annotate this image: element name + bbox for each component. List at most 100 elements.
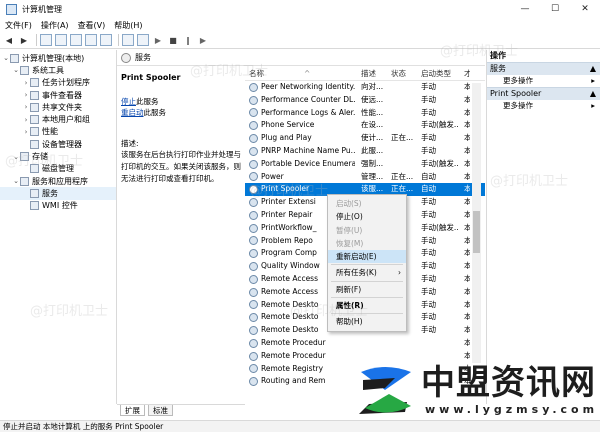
context-menu-item[interactable]: 帮助(H) — [328, 315, 406, 328]
detail-description-label: 描述: — [121, 139, 139, 148]
tree-node[interactable]: WMI 控件 — [0, 200, 116, 212]
service-startup-type: 手动 — [421, 107, 436, 117]
back-icon[interactable]: ◀ — [3, 34, 15, 46]
restart-service-link[interactable]: 重启动此服务 — [121, 107, 241, 118]
menu-file[interactable]: 文件(F) — [5, 20, 32, 31]
context-menu-item[interactable]: 刷新(F) — [328, 283, 406, 296]
gear-icon — [249, 313, 258, 323]
stop-service-link[interactable]: 停止此服务 — [121, 96, 241, 107]
action-group-header[interactable]: Print Spooler ▲ — [487, 87, 600, 100]
column-name[interactable]: 名称 ^ — [245, 67, 355, 80]
table-row[interactable]: Phone Service 在设... 手动(触发... 本 — [245, 119, 485, 132]
menu-view[interactable]: 查看(V) — [78, 20, 106, 31]
expand-icon[interactable]: ⌄ — [12, 177, 20, 185]
tab-extended[interactable]: 扩展 — [120, 405, 145, 416]
context-menu-item[interactable]: 属性(R) — [328, 299, 406, 312]
column-startup-type[interactable]: 启动类型 — [415, 67, 458, 80]
column-status[interactable]: 状态 — [385, 67, 415, 80]
gear-icon — [249, 223, 258, 233]
scrollbar-thumb[interactable] — [473, 211, 480, 253]
service-name: Remote Deskto — [261, 325, 319, 335]
close-button[interactable]: ✕ — [570, 0, 600, 19]
expand-icon[interactable]: › — [22, 79, 30, 87]
help-icon[interactable] — [122, 34, 134, 46]
action-more-actions[interactable]: 更多操作 ▸ — [487, 75, 600, 88]
expand-icon[interactable]: ⌄ — [12, 153, 20, 161]
tree-node[interactable]: ⌄ 系统工具 — [0, 64, 116, 76]
action-group-header[interactable]: 服务 ▲ — [487, 62, 600, 75]
tree-node[interactable]: › 事件查看器 — [0, 89, 116, 101]
service-startup-type: 手动(触发... — [421, 222, 458, 232]
table-row[interactable]: Plug and Play 使计... 正在... 手动 本 — [245, 132, 485, 145]
column-logon[interactable]: 才 — [458, 67, 470, 80]
service-logon: 本 — [464, 184, 470, 194]
pause-service-icon[interactable]: ‖ — [182, 34, 194, 46]
expand-icon[interactable]: › — [22, 103, 30, 111]
context-menu-item[interactable]: 所有任务(K) › — [328, 266, 406, 279]
forward-icon[interactable]: ▶ — [18, 34, 30, 46]
detail-service-name: Print Spooler — [121, 73, 181, 82]
tree-node[interactable]: › 本地用户和组 — [0, 113, 116, 125]
console-icon[interactable] — [137, 34, 149, 46]
service-logon: 本 — [464, 107, 470, 117]
stop-service-icon[interactable]: ■ — [167, 34, 179, 46]
window-controls: — ☐ ✕ — [510, 0, 600, 19]
expand-icon[interactable]: ⌄ — [2, 54, 10, 62]
tree-node-label: 服务 — [42, 188, 58, 198]
tree-node[interactable]: ⌄ 存储 — [0, 150, 116, 162]
expand-icon[interactable]: › — [22, 116, 30, 124]
tree-node[interactable]: › 共享文件夹 — [0, 101, 116, 113]
service-startup-type: 手动 — [421, 273, 436, 283]
column-description[interactable]: 描述 — [355, 67, 385, 80]
tree-node[interactable]: › 任务计划程序 — [0, 77, 116, 89]
context-menu-item[interactable]: 启动(S) — [328, 197, 406, 210]
tree-node[interactable]: ⌄ 服务和应用程序 — [0, 175, 116, 187]
gear-icon — [249, 236, 258, 246]
context-menu-item[interactable]: 恢复(M) — [328, 237, 406, 250]
service-startup-type: 手动 — [421, 248, 436, 258]
table-row[interactable]: PNRP Machine Name Pu... 此服... 手动 本 — [245, 145, 485, 158]
console-tree-icon[interactable] — [55, 34, 67, 46]
tree-node[interactable]: ⌄ 计算机管理(本地) — [0, 52, 116, 64]
context-menu-item[interactable]: 重新启动(E) — [328, 250, 406, 264]
tree-node[interactable]: 服务 — [0, 187, 116, 200]
table-row[interactable]: Power 管理... 正在... 自动 本 — [245, 171, 485, 184]
expand-icon[interactable]: ⌄ — [12, 66, 20, 74]
table-row[interactable]: Remote Procedur 本 — [245, 337, 485, 350]
minimize-button[interactable]: — — [510, 0, 540, 19]
context-menu-item[interactable]: 停止(O) — [328, 210, 406, 223]
folder-icon[interactable] — [40, 34, 52, 46]
expand-icon[interactable]: › — [22, 128, 30, 136]
service-logon: 本 — [464, 273, 470, 283]
collapse-icon[interactable]: ▲ — [590, 88, 596, 100]
export-list-icon[interactable] — [70, 34, 82, 46]
tab-standard[interactable]: 标准 — [148, 405, 173, 416]
context-menu-item[interactable]: 暂停(U) — [328, 224, 406, 237]
service-description: 性能... — [361, 107, 384, 117]
table-row[interactable]: Performance Logs & Aler... 性能... 手动 本 — [245, 107, 485, 120]
table-row[interactable]: Peer Networking Identity... 向对... 手动 本 — [245, 81, 485, 94]
collapse-icon[interactable]: ▲ — [590, 63, 596, 75]
properties-icon[interactable] — [100, 34, 112, 46]
refresh-icon[interactable] — [85, 34, 97, 46]
action-more-actions[interactable]: 更多操作 ▸ — [487, 100, 600, 113]
service-logon: 本 — [464, 133, 470, 143]
service-name: Phone Service — [261, 120, 315, 130]
gear-icon — [249, 338, 258, 348]
tree-node[interactable]: 磁盘管理 — [0, 163, 116, 175]
tree-node-icon — [30, 102, 39, 112]
vertical-scrollbar[interactable] — [472, 83, 481, 363]
menu-action[interactable]: 操作(A) — [41, 20, 69, 31]
service-logon: 本 — [464, 337, 470, 347]
table-row[interactable]: Performance Counter DL... 使远... 手动 本 — [245, 94, 485, 107]
expand-icon[interactable]: › — [22, 91, 30, 99]
tree-node-label: 性能 — [42, 127, 58, 137]
start-service-icon[interactable]: ▶ — [152, 34, 164, 46]
service-name: Remote Access — [261, 286, 318, 296]
menu-help[interactable]: 帮助(H) — [114, 20, 142, 31]
tree-node[interactable]: › 性能 — [0, 126, 116, 138]
tree-node[interactable]: 设备管理器 — [0, 138, 116, 150]
maximize-button[interactable]: ☐ — [540, 0, 570, 19]
table-row[interactable]: Portable Device Enumera... 强制... 手动(触发... 本 — [245, 158, 485, 171]
restart-service-icon[interactable]: ▶ — [197, 34, 209, 46]
